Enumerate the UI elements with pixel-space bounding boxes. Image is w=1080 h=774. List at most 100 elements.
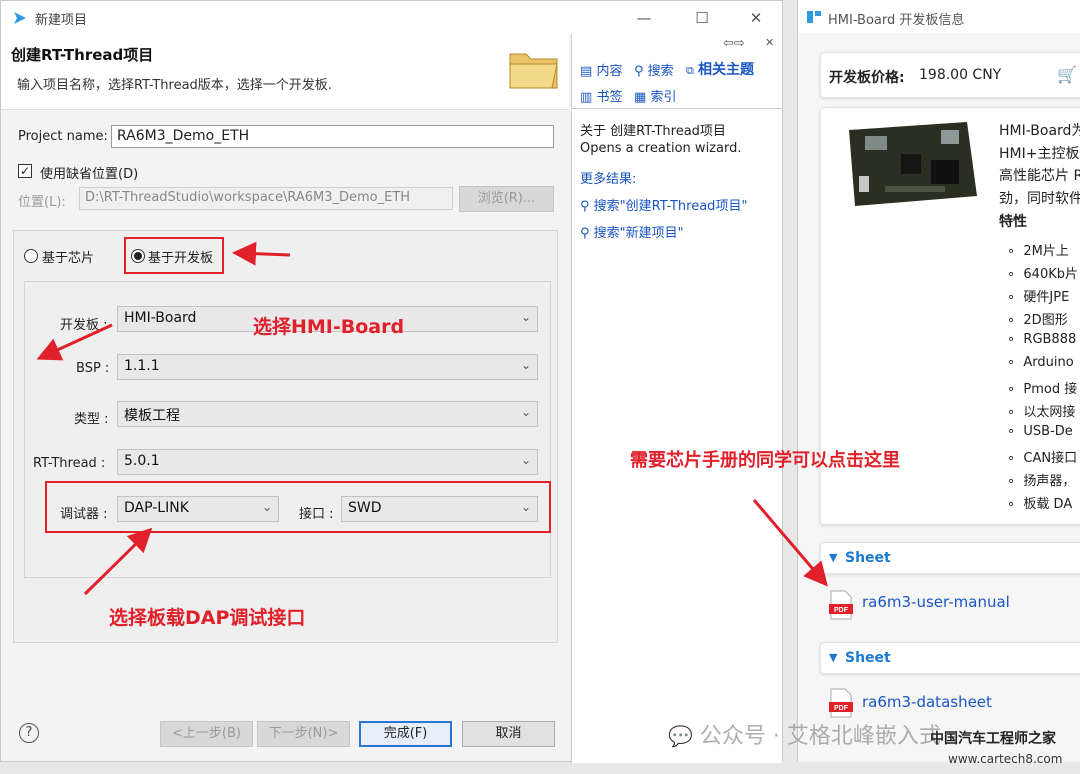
feature-item: ∘ CAN接口 (1007, 451, 1078, 466)
project-name-input[interactable]: RA6M3_Demo_ETH (111, 125, 554, 148)
back-button[interactable]: <上一步(B) (160, 721, 253, 747)
site-name-watermark: 中国汽车工程师之家 (930, 731, 1056, 747)
board-selection-group: 基于芯片 基于开发板 开发板 : HMI-Board ⌄ BSP : 1.1.1… (13, 230, 558, 643)
dialog-title: 新建项目 (35, 13, 88, 28)
feature-item: ∘ RGB888 (1007, 332, 1077, 347)
new-project-dialog: 新建项目 — ☐ ✕ 创建RT-Thread项目 输入项目名称，选择RT-Thr… (0, 0, 783, 763)
bsp-select[interactable]: 1.1.1 ⌄ (117, 354, 538, 380)
search-result-1-label: 搜索"创建RT-Thread项目" (593, 199, 748, 214)
more-results-label: 更多结果: (580, 172, 637, 187)
close-button[interactable]: ✕ (741, 7, 771, 29)
tab-content-label: 内容 (596, 64, 623, 79)
collapse-icon: ▼ (829, 651, 838, 664)
interface-select-value: SWD (348, 500, 382, 516)
help-button[interactable]: ? (19, 723, 39, 743)
debugger-select-value: DAP-LINK (124, 500, 189, 516)
tab-content[interactable]: ▤ 内容 (580, 60, 622, 79)
browse-button-label: 浏览(R)... (477, 191, 536, 206)
wizard-title: 创建RT-Thread项目 (11, 46, 154, 64)
rtthread-version-select[interactable]: 5.0.1 ⌄ (117, 449, 538, 475)
search-result-2[interactable]: ⚲ 搜索"新建项目" (580, 222, 684, 241)
interface-select[interactable]: SWD ⌄ (341, 496, 538, 522)
annotation-chip-manual: 需要芯片手册的同学可以点击这里 (630, 450, 900, 471)
debugger-select[interactable]: DAP-LINK ⌄ (117, 496, 279, 522)
divider (572, 108, 782, 109)
location-label: 位置(L): (18, 195, 66, 210)
tab-bookmarks[interactable]: ▥ 书签 (580, 86, 622, 105)
board-label: 开发板 : (60, 318, 108, 333)
annotation-select-dap: 选择板载DAP调试接口 (109, 607, 306, 629)
dialog-titlebar: 新建项目 — ☐ ✕ (1, 1, 782, 34)
annotation-select-board: 选择HMI-Board (253, 316, 405, 338)
price-card: 开发板价格: 198.00 CNY 🛒 (820, 52, 1080, 98)
svg-text:PDF: PDF (834, 705, 849, 712)
browse-button[interactable]: 浏览(R)... (459, 186, 554, 212)
rt-thread-studio-icon (14, 12, 26, 24)
chevron-down-icon: ⌄ (520, 405, 531, 419)
board-photo (849, 122, 977, 206)
minimize-button[interactable]: — (629, 7, 659, 29)
about-title: 关于 创建RT-Thread项目 (580, 124, 726, 139)
feature-item: ∘ Pmod 接 (1007, 382, 1078, 397)
svg-text:PDF: PDF (834, 607, 849, 614)
collapse-icon: ▼ (829, 551, 838, 564)
about-description: Opens a creation wizard. (580, 141, 742, 156)
bsp-select-value: 1.1.1 (124, 358, 160, 374)
chevron-down-icon: ⌄ (261, 500, 272, 514)
datasheet-link[interactable]: ra6m3-datasheet (862, 693, 992, 711)
location-input[interactable]: D:\RT-ThreadStudio\workspace\RA6M3_Demo_… (79, 187, 453, 210)
rtthread-label: RT-Thread : (33, 456, 106, 471)
tab-index[interactable]: ▦ 索引 (634, 86, 676, 105)
next-button[interactable]: 下一步(N)> (257, 721, 350, 747)
feature-item: ∘ 板载 DA (1007, 497, 1073, 512)
search-result-1[interactable]: ⚲ 搜索"创建RT-Thread项目" (580, 195, 747, 214)
desc-line-4: 劲，同时软件 (999, 191, 1080, 207)
cart-icon[interactable]: 🛒 (1057, 65, 1077, 84)
tab-related-label: 相关主题 (698, 62, 754, 78)
features-list: ∘ 2M片上 ∘ 640Kb片 ∘ 硬件JPE ∘ 2D图形 ∘ RGB888 … (1007, 240, 1080, 516)
feature-item: ∘ 2M片上 (1007, 244, 1069, 259)
type-label: 类型 : (74, 412, 109, 427)
tab-search[interactable]: ⚲ 搜索 (634, 60, 674, 79)
mode-board-radio[interactable] (131, 249, 145, 263)
rtthread-select-value: 5.0.1 (124, 453, 160, 469)
close-icon[interactable]: ✕ (765, 36, 774, 49)
type-select[interactable]: 模板工程 ⌄ (117, 401, 538, 427)
finish-button[interactable]: 完成(F) (359, 721, 452, 747)
pdf-icon: PDF (829, 688, 853, 718)
folder-icon (509, 53, 558, 89)
board-info-titlebar: HMI-Board 开发板信息 (798, 0, 1080, 33)
site-url-watermark: www.cartech8.com (948, 752, 1063, 766)
chevron-down-icon: ⌄ (520, 453, 531, 467)
feature-item: ∘ 扬声器， (1007, 474, 1076, 489)
use-default-location-checkbox[interactable]: ✓ (18, 164, 32, 178)
chevron-down-icon: ⌄ (520, 358, 531, 372)
search-icon: ⚲ (580, 226, 590, 241)
mode-chip-label: 基于芯片 (42, 251, 95, 266)
nav-arrows-icon[interactable]: ⇦⇨ (723, 36, 745, 51)
bookmark-icon: ▥ (580, 90, 593, 105)
mode-board-label: 基于开发板 (148, 251, 214, 266)
index-icon: ▦ (634, 90, 647, 105)
mode-chip-radio[interactable] (24, 249, 38, 263)
search-icon: ⚲ (580, 199, 590, 214)
search-icon: ⚲ (634, 64, 644, 79)
use-default-location-label: 使用缺省位置(D) (40, 167, 139, 182)
chevron-down-icon: ⌄ (520, 500, 531, 514)
feature-item: ∘ 以太网接 (1007, 405, 1076, 420)
type-select-value: 模板工程 (124, 408, 180, 424)
tab-bookmarks-label: 书签 (596, 90, 623, 105)
debugger-label: 调试器 : (60, 507, 108, 522)
feature-item: ∘ 硬件JPE (1007, 290, 1070, 305)
search-result-2-label: 搜索"新建项目" (593, 226, 684, 241)
desc-line-2: HMI+主控板 (999, 146, 1080, 162)
cancel-button[interactable]: 取消 (462, 721, 555, 747)
tab-related[interactable]: ⧉ 相关主题 (686, 59, 754, 79)
sheet-section-header[interactable]: ▼ Sheet (820, 542, 1080, 574)
sheet-section-header[interactable]: ▼ Sheet (820, 642, 1080, 674)
feature-item: ∘ USB-De (1007, 424, 1073, 439)
wechat-watermark-text: 公众号 · 艾格北峰嵌入式 (699, 724, 941, 749)
interface-label: 接口 : (299, 507, 334, 522)
user-manual-link[interactable]: ra6m3-user-manual (862, 593, 1010, 611)
maximize-button[interactable]: ☐ (687, 7, 717, 29)
